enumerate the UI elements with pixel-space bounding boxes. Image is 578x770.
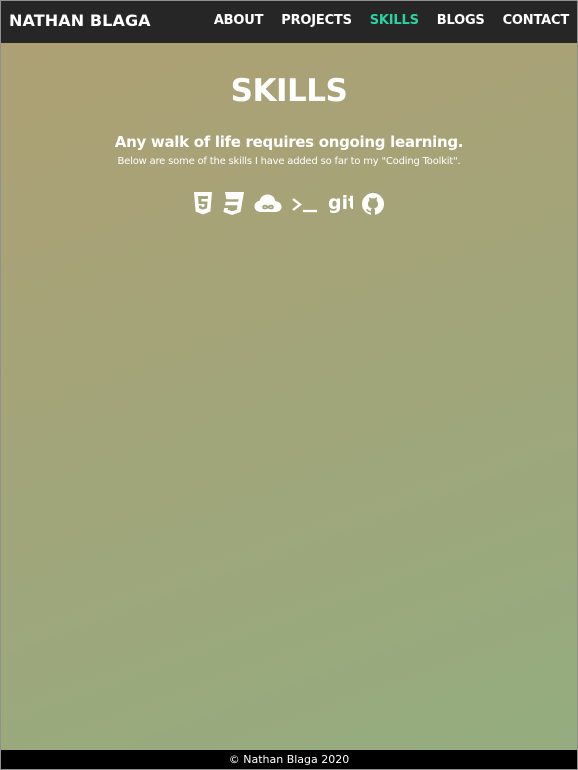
nav-link-contact[interactable]: CONTACT <box>503 13 570 28</box>
page-frame: NATHAN BLAGA ABOUT PROJECTS SKILLS BLOGS… <box>0 0 578 770</box>
terminal-icon <box>291 191 319 217</box>
footer-copyright: © Nathan Blaga 2020 <box>228 753 350 766</box>
skills-section: SKILLS Any walk of life requires ongoing… <box>1 43 577 218</box>
page-title: SKILLS <box>230 73 348 109</box>
skills-icon-list: git <box>1 190 577 218</box>
cloud-icon <box>253 191 283 217</box>
html5-icon <box>193 191 213 217</box>
footer: © Nathan Blaga 2020 <box>1 750 577 769</box>
brand-logo[interactable]: NATHAN BLAGA <box>9 11 151 30</box>
skills-description: Below are some of the skills I have adde… <box>117 156 461 167</box>
css3-icon <box>221 191 245 217</box>
nav-links: ABOUT PROJECTS SKILLS BLOGS CONTACT <box>196 13 569 28</box>
github-icon <box>361 191 385 217</box>
nav-link-about[interactable]: ABOUT <box>214 13 264 28</box>
nav-link-skills[interactable]: SKILLS <box>370 13 419 28</box>
navbar: NATHAN BLAGA ABOUT PROJECTS SKILLS BLOGS… <box>1 1 577 43</box>
skills-subtitle: Any walk of life requires ongoing learni… <box>114 133 464 151</box>
nav-link-blogs[interactable]: BLOGS <box>437 13 485 28</box>
nav-link-projects[interactable]: PROJECTS <box>281 13 352 28</box>
git-logo-text: git <box>328 192 353 214</box>
git-icon: git <box>327 191 353 217</box>
